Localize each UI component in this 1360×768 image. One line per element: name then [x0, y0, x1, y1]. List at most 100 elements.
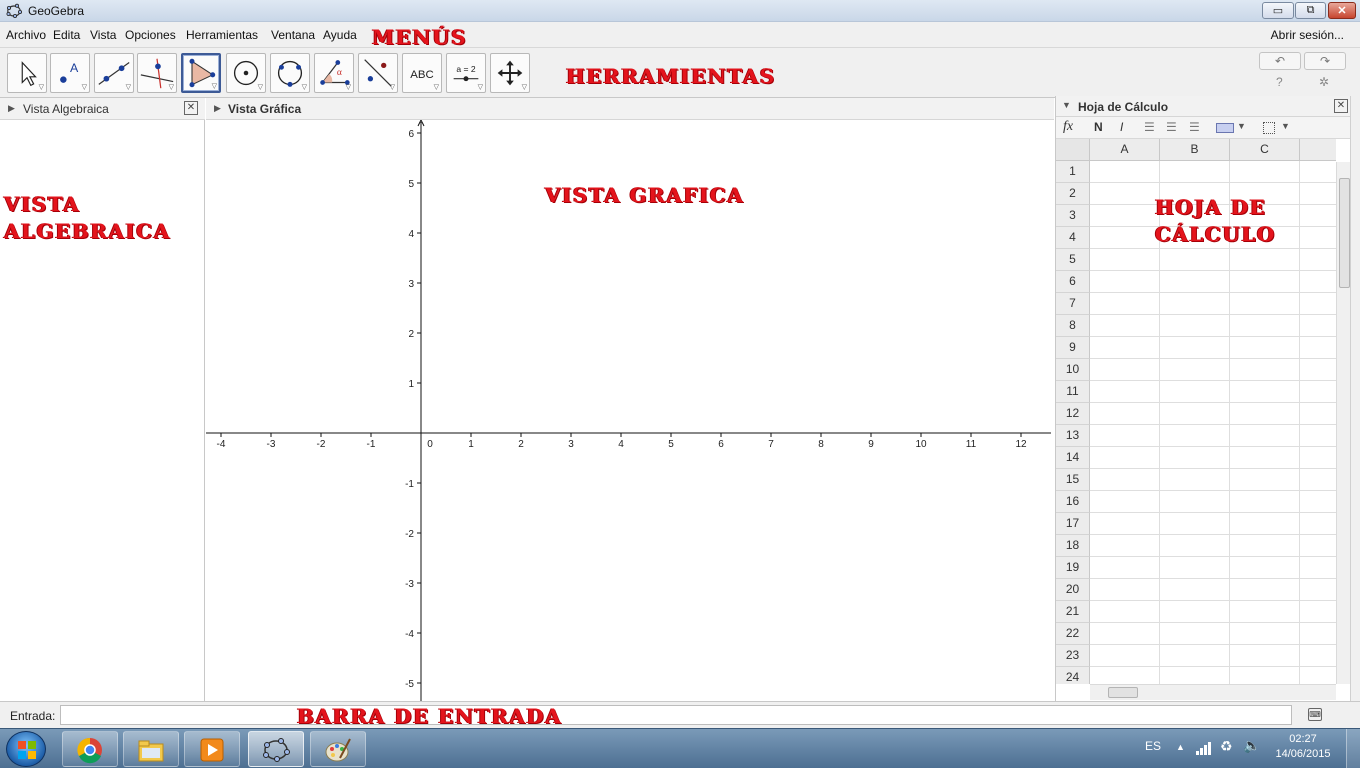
spreadsheet-cell[interactable] — [1300, 557, 1336, 579]
spreadsheet-cell[interactable] — [1090, 667, 1160, 684]
grid-corner[interactable] — [1056, 139, 1090, 161]
algebra-view[interactable]: ▶ Vista Algebraica ✕ — [0, 98, 205, 701]
show-hidden-icons-icon[interactable]: ▲ — [1176, 742, 1185, 752]
spreadsheet-cell[interactable] — [1230, 645, 1300, 667]
line-tool-button[interactable]: ▽ — [94, 53, 134, 93]
column-header[interactable]: B — [1160, 139, 1230, 161]
row-header[interactable]: 18 — [1056, 535, 1090, 557]
polygon-tool-button[interactable]: ▽ — [181, 53, 221, 93]
spreadsheet-cell[interactable] — [1230, 381, 1300, 403]
spreadsheet-cell[interactable] — [1300, 491, 1336, 513]
start-button[interactable] — [6, 731, 46, 767]
row-header[interactable]: 8 — [1056, 315, 1090, 337]
spreadsheet-cell[interactable] — [1300, 601, 1336, 623]
spreadsheet-cell[interactable] — [1300, 315, 1336, 337]
row-header[interactable]: 9 — [1056, 337, 1090, 359]
sync-icon[interactable]: ♻ — [1220, 738, 1233, 755]
row-header[interactable]: 10 — [1056, 359, 1090, 381]
chevron-down-icon[interactable]: ▼ — [1281, 121, 1290, 131]
spreadsheet-cell[interactable] — [1090, 271, 1160, 293]
spreadsheet-cell[interactable] — [1160, 271, 1230, 293]
spreadsheet-cell[interactable] — [1160, 293, 1230, 315]
align-right-icon[interactable]: ☰ — [1189, 120, 1200, 134]
spreadsheet-cell[interactable] — [1090, 601, 1160, 623]
spreadsheet-cell[interactable] — [1300, 205, 1336, 227]
spreadsheet-cell[interactable] — [1090, 293, 1160, 315]
menu-edita[interactable]: Edita — [53, 28, 80, 42]
spreadsheet-cell[interactable] — [1300, 579, 1336, 601]
spreadsheet-cell[interactable] — [1230, 535, 1300, 557]
keyboard-icon[interactable]: ⌨ — [1308, 708, 1322, 721]
menu-ventana[interactable]: Ventana — [271, 28, 315, 42]
spreadsheet-cell[interactable] — [1300, 403, 1336, 425]
spreadsheet-cell[interactable] — [1300, 447, 1336, 469]
row-header[interactable]: 17 — [1056, 513, 1090, 535]
spreadsheet-cell[interactable] — [1160, 337, 1230, 359]
spreadsheet-cell[interactable] — [1090, 469, 1160, 491]
spreadsheet-cell[interactable] — [1230, 359, 1300, 381]
spreadsheet-cell[interactable] — [1160, 359, 1230, 381]
spreadsheet-cell[interactable] — [1090, 359, 1160, 381]
spreadsheet-cell[interactable] — [1230, 425, 1300, 447]
circle-center-tool-button[interactable]: ▽ — [226, 53, 266, 93]
move-tool-button[interactable]: ▽ — [7, 53, 47, 93]
spreadsheet-cell[interactable] — [1300, 359, 1336, 381]
menu-vista[interactable]: Vista — [90, 28, 116, 42]
circle-three-points-tool-button[interactable]: ▽ — [270, 53, 310, 93]
taskbar-paint[interactable] — [310, 731, 366, 767]
slider-tool-button[interactable]: a = 2 ▽ — [446, 53, 486, 93]
spreadsheet-cell[interactable] — [1230, 601, 1300, 623]
border-style-icon[interactable] — [1263, 122, 1275, 134]
spreadsheet-cell[interactable] — [1300, 249, 1336, 271]
spreadsheet-cell[interactable] — [1230, 491, 1300, 513]
row-header[interactable]: 5 — [1056, 249, 1090, 271]
row-header[interactable]: 20 — [1056, 579, 1090, 601]
spreadsheet-cell[interactable] — [1300, 425, 1336, 447]
spreadsheet-cell[interactable] — [1160, 469, 1230, 491]
spreadsheet-cell[interactable] — [1090, 645, 1160, 667]
spreadsheet-cell[interactable] — [1090, 425, 1160, 447]
formula-button[interactable]: fx — [1063, 119, 1073, 135]
text-tool-button[interactable]: ABC ▽ — [402, 53, 442, 93]
undo-button[interactable]: ↶ — [1259, 52, 1301, 70]
minimize-button[interactable]: ▭ — [1262, 2, 1294, 19]
settings-gear-icon[interactable]: ✲ — [1319, 75, 1329, 89]
row-header[interactable]: 14 — [1056, 447, 1090, 469]
row-header[interactable]: 4 — [1056, 227, 1090, 249]
spreadsheet-cell[interactable] — [1160, 601, 1230, 623]
maximize-button[interactable]: ⧉ — [1295, 2, 1326, 19]
spreadsheet-cell[interactable] — [1230, 161, 1300, 183]
close-button[interactable]: ✕ — [1328, 2, 1356, 19]
move-graphics-tool-button[interactable]: ▽ — [490, 53, 530, 93]
background-color-icon[interactable] — [1216, 123, 1234, 133]
row-header[interactable]: 21 — [1056, 601, 1090, 623]
spreadsheet-cell[interactable] — [1160, 513, 1230, 535]
spreadsheet-cell[interactable] — [1230, 315, 1300, 337]
spreadsheet-cell[interactable] — [1160, 667, 1230, 684]
language-indicator[interactable]: ES — [1145, 739, 1161, 753]
spreadsheet-cell[interactable] — [1090, 513, 1160, 535]
reflect-tool-button[interactable]: ▽ — [358, 53, 398, 93]
network-signal-icon[interactable] — [1195, 741, 1213, 755]
spreadsheet-cell[interactable] — [1230, 469, 1300, 491]
row-header[interactable]: 2 — [1056, 183, 1090, 205]
perpendicular-tool-button[interactable]: ▽ — [137, 53, 177, 93]
spreadsheet-cell[interactable] — [1300, 667, 1336, 684]
chevron-down-icon[interactable]: ▼ — [1237, 121, 1246, 131]
spreadsheet-cell[interactable] — [1300, 293, 1336, 315]
taskbar-file-explorer[interactable] — [123, 731, 179, 767]
row-header[interactable]: 7 — [1056, 293, 1090, 315]
side-panel-collapse[interactable] — [1350, 96, 1360, 701]
spreadsheet-cell[interactable] — [1300, 469, 1336, 491]
column-header[interactable]: C — [1230, 139, 1300, 161]
spreadsheet-cell[interactable] — [1230, 513, 1300, 535]
spreadsheet-cell[interactable] — [1160, 645, 1230, 667]
spreadsheet-cell[interactable] — [1300, 183, 1336, 205]
spreadsheet-cell[interactable] — [1300, 535, 1336, 557]
spreadsheet-cell[interactable] — [1090, 535, 1160, 557]
spreadsheet-cell[interactable] — [1160, 579, 1230, 601]
align-left-icon[interactable]: ☰ — [1144, 120, 1155, 134]
spreadsheet-cell[interactable] — [1090, 337, 1160, 359]
align-center-icon[interactable]: ☰ — [1166, 120, 1177, 134]
spreadsheet-cell[interactable] — [1090, 447, 1160, 469]
